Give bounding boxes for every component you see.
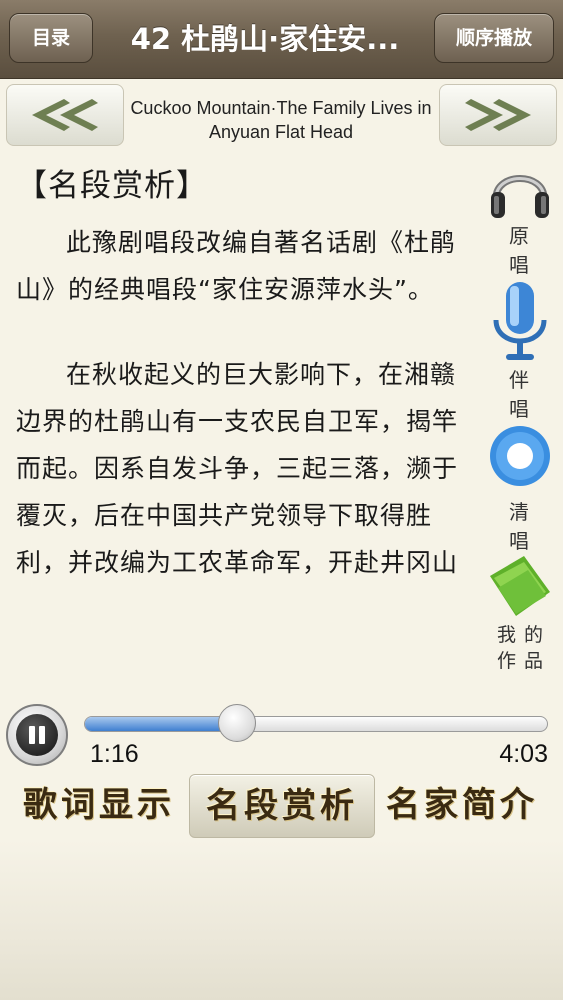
page-title: 42 杜鹃山·家住安... [130,22,400,56]
next-track-button[interactable] [439,84,557,146]
tab-lyrics[interactable]: 歌词显示 [18,774,180,836]
decorative-mist [0,840,563,1000]
pause-button[interactable] [6,704,68,766]
section-heading: 【名段赏析】 [16,168,208,204]
analysis-content[interactable]: 【名段赏析】 此豫剧唱段改编自著名话剧《杜鹃山》的经典唱段“家住安源萍水头”。 … [16,160,471,685]
current-time: 1:16 [90,740,139,768]
accompaniment-button[interactable]: 伴 唱 [480,280,560,422]
track-english-title: Cuckoo Mountain·The Family Lives in Anyu… [130,98,432,142]
a-cappella-button[interactable]: 清 唱 [480,424,560,554]
previous-track-button[interactable] [6,84,124,146]
paragraph: 在秋收起义的巨大影响下，在湘赣边界的杜鹃山有一支农民自卫军，揭竿而起。因系自发斗… [16,360,459,577]
my-works-label: 我的 [496,624,551,646]
pause-icon [16,714,58,756]
progress-slider[interactable] [84,716,548,732]
back-arrows-icon [32,99,98,131]
track-nav: Cuckoo Mountain·The Family Lives in Anyu… [0,78,563,148]
tab-artists[interactable]: 名家简介 [381,774,543,836]
original-singing-label: 原 唱 [509,224,541,277]
progress-fill [85,717,230,731]
a-cappella-label: 清 唱 [509,500,541,553]
vinyl-record-icon [490,426,550,486]
microphone-icon [493,282,547,360]
progress-thumb[interactable] [218,704,256,742]
folder-icon [490,556,550,616]
original-singing-button[interactable]: 原 唱 [480,158,560,278]
total-time: 4:03 [499,740,548,768]
forward-arrows-icon [465,99,531,131]
paragraph: 此豫剧唱段改编自著名话剧《杜鹃山》的经典唱段“家住安源萍水头”。 [16,228,457,304]
tab-analysis[interactable]: 名段赏析 [189,774,375,838]
bottom-tabs: 歌词显示 名段赏析 名家简介 [0,770,563,840]
headphones-icon [491,175,549,218]
title-bar: 目录 42 杜鹃山·家住安... 顺序播放 [0,0,563,79]
play-mode-button[interactable]: 顺序播放 [434,13,554,63]
my-works-button[interactable]: 我的 作品 [480,552,560,674]
accompaniment-label: 伴 唱 [509,368,541,421]
catalog-button[interactable]: 目录 [9,13,93,63]
my-works-label: 作品 [496,650,551,672]
